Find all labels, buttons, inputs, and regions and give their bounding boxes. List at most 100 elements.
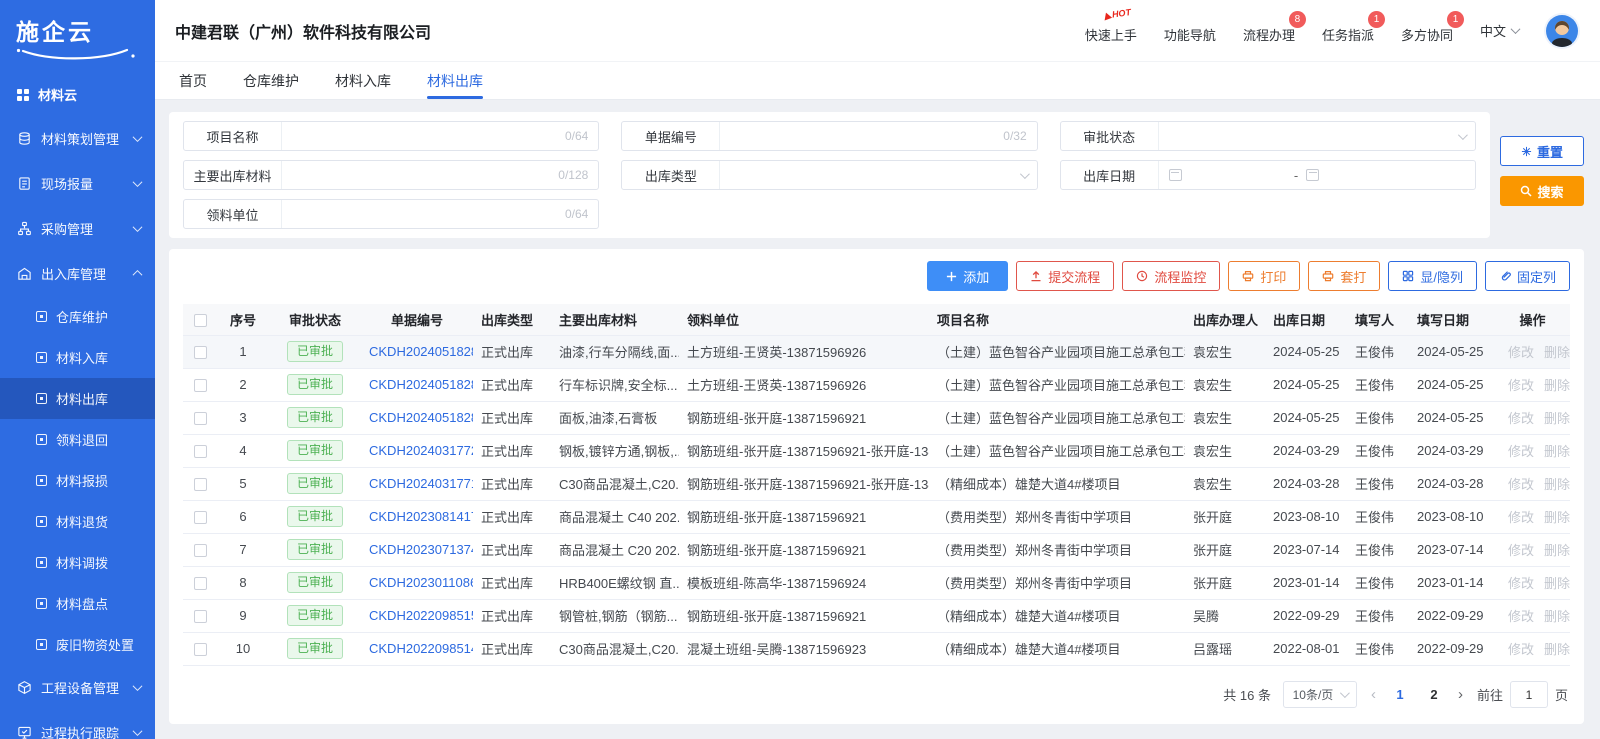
doc-no-link[interactable]: CKDH20230110860 (369, 575, 473, 590)
main-material: 面板,油漆,石膏板 (551, 401, 679, 434)
row-checkbox[interactable] (194, 445, 207, 458)
doc-no-link[interactable]: CKDH20240518286 (369, 377, 473, 392)
select-all-checkbox[interactable] (194, 314, 207, 327)
chevron-down-icon (1020, 169, 1030, 179)
sidebar-subitem[interactable]: 领料退回 (0, 419, 155, 460)
grid-icon (1402, 270, 1414, 282)
approval-status-select[interactable] (1159, 122, 1475, 150)
date-range-picker[interactable]: - (1159, 161, 1475, 189)
handler: 张开庭 (1185, 500, 1265, 533)
row-checkbox[interactable] (194, 643, 207, 656)
doc-no-link[interactable]: CKDH2022098515 (369, 608, 473, 623)
sidebar-subitem[interactable]: 材料入库 (0, 337, 155, 378)
page-tab[interactable]: 材料出库 (427, 62, 483, 99)
page-tab[interactable]: 仓库维护 (243, 62, 299, 99)
sidebar-item-procurement[interactable]: 采购管理 (0, 206, 155, 251)
row-checkbox[interactable] (194, 478, 207, 491)
delete-action[interactable]: 删除 (1544, 543, 1570, 558)
doc-no-link[interactable]: CKDH2022098514 (369, 641, 473, 656)
page-tab[interactable]: 材料入库 (335, 62, 391, 99)
sidebar-subitem[interactable]: 材料退货 (0, 501, 155, 542)
delete-action[interactable]: 删除 (1544, 642, 1570, 657)
requisition-unit-input[interactable] (292, 207, 565, 222)
edit-action[interactable]: 修改 (1508, 477, 1534, 492)
goto-page-input[interactable] (1510, 681, 1548, 708)
batch-print-button[interactable]: 套打 (1308, 261, 1380, 291)
sidebar-subitem[interactable]: 仓库维护 (0, 296, 155, 337)
delete-action[interactable]: 删除 (1544, 510, 1570, 525)
edit-action[interactable]: 修改 (1508, 411, 1534, 426)
row-checkbox[interactable] (194, 544, 207, 557)
fixed-columns-button[interactable]: 固定列 (1485, 261, 1570, 291)
chevron-down-icon (1340, 688, 1350, 698)
show-hide-columns-button[interactable]: 显/隐列 (1388, 261, 1477, 291)
sidebar-item-equipment[interactable]: 工程设备管理 (0, 665, 155, 710)
delete-action[interactable]: 删除 (1544, 345, 1570, 360)
reset-button[interactable]: 重置 (1500, 136, 1584, 166)
doc-no-link[interactable]: CKDH20240518285 (369, 410, 473, 425)
sidebar-subitem[interactable]: 材料调拨 (0, 542, 155, 583)
requisition-unit: 混凝土班组-吴腾-13871596923 (679, 632, 929, 665)
page-number[interactable]: 1 (1390, 687, 1410, 702)
doc-no-link[interactable]: CKDH20240317728 (369, 443, 473, 458)
row-seq: 5 (217, 467, 269, 500)
sidebar-section-material-cloud[interactable]: 材料云 (0, 65, 155, 116)
row-checkbox[interactable] (194, 412, 207, 425)
sidebar-subitem[interactable]: 材料报损 (0, 460, 155, 501)
edit-action[interactable]: 修改 (1508, 444, 1534, 459)
status-badge: 已审批 (287, 374, 343, 395)
page-size-select[interactable]: 10条/页 (1283, 681, 1357, 708)
edit-action[interactable]: 修改 (1508, 642, 1534, 657)
language-switcher[interactable]: 中文 (1480, 21, 1519, 40)
delete-action[interactable]: 删除 (1544, 609, 1570, 624)
delete-action[interactable]: 删除 (1544, 477, 1570, 492)
row-checkbox[interactable] (194, 379, 207, 392)
nav-process-handling[interactable]: 8流程办理 (1243, 18, 1295, 44)
sidebar-subitem[interactable]: 材料盘点 (0, 583, 155, 624)
row-checkbox[interactable] (194, 610, 207, 623)
edit-action[interactable]: 修改 (1508, 543, 1534, 558)
print-button[interactable]: 打印 (1228, 261, 1300, 291)
row-checkbox[interactable] (194, 346, 207, 359)
doc-no-link[interactable]: CKDH20230814171 (369, 509, 473, 524)
user-avatar[interactable] (1546, 15, 1578, 47)
outbound-type-select[interactable] (720, 161, 1036, 189)
edit-action[interactable]: 修改 (1508, 510, 1534, 525)
sidebar-submenu: 仓库维护材料入库材料出库领料退回材料报损材料退货材料调拨材料盘点废旧物资处置 (0, 296, 155, 665)
process-monitor-button[interactable]: 流程监控 (1122, 261, 1220, 291)
nav-feature-navigation[interactable]: 功能导航 (1164, 18, 1216, 44)
row-checkbox[interactable] (194, 511, 207, 524)
page-tab[interactable]: 首页 (179, 62, 207, 99)
project-name-input[interactable] (292, 129, 565, 144)
sidebar-item-process-tracking[interactable]: 过程执行跟踪 (0, 710, 155, 739)
delete-action[interactable]: 删除 (1544, 378, 1570, 393)
sidebar-subitem[interactable]: 废旧物资处置 (0, 624, 155, 665)
doc-no-input[interactable] (730, 129, 1003, 144)
sidebar-subitem[interactable]: 材料出库 (0, 378, 155, 419)
next-page-button[interactable]: › (1456, 686, 1465, 703)
sidebar-item-material-planning[interactable]: 材料策划管理 (0, 116, 155, 161)
edit-action[interactable]: 修改 (1508, 576, 1534, 591)
row-checkbox[interactable] (194, 577, 207, 590)
delete-action[interactable]: 删除 (1544, 576, 1570, 591)
sidebar-item-inout-warehouse[interactable]: 出入库管理 (0, 251, 155, 296)
doc-no-link[interactable]: CKDH20240317713 (369, 476, 473, 491)
add-button[interactable]: 添加 (927, 261, 1008, 291)
main-material-input[interactable] (292, 168, 558, 183)
delete-action[interactable]: 删除 (1544, 411, 1570, 426)
delete-action[interactable]: 删除 (1544, 444, 1570, 459)
nav-quick-start[interactable]: HOT快速上手 (1085, 18, 1137, 44)
prev-page-button[interactable]: ‹ (1369, 686, 1378, 703)
search-button[interactable]: 搜索 (1500, 176, 1584, 206)
page-number[interactable]: 2 (1424, 687, 1444, 702)
submit-process-button[interactable]: 提交流程 (1016, 261, 1114, 291)
edit-action[interactable]: 修改 (1508, 345, 1534, 360)
edit-action[interactable]: 修改 (1508, 609, 1534, 624)
nav-multi-collaboration[interactable]: 1多方协同 (1401, 18, 1453, 44)
edit-action[interactable]: 修改 (1508, 378, 1534, 393)
doc-no-link[interactable]: CKDH20230713741 (369, 542, 473, 557)
sidebar-item-site-reporting[interactable]: 现场报量 (0, 161, 155, 206)
doc-no-link[interactable]: CKDH20240518287 (369, 344, 473, 359)
nav-task-assignment[interactable]: 1任务指派 (1322, 18, 1374, 44)
sidebar: 施企云 材料云 材料策划管理 现场报量 采购管理 出入库管理 (0, 0, 155, 739)
